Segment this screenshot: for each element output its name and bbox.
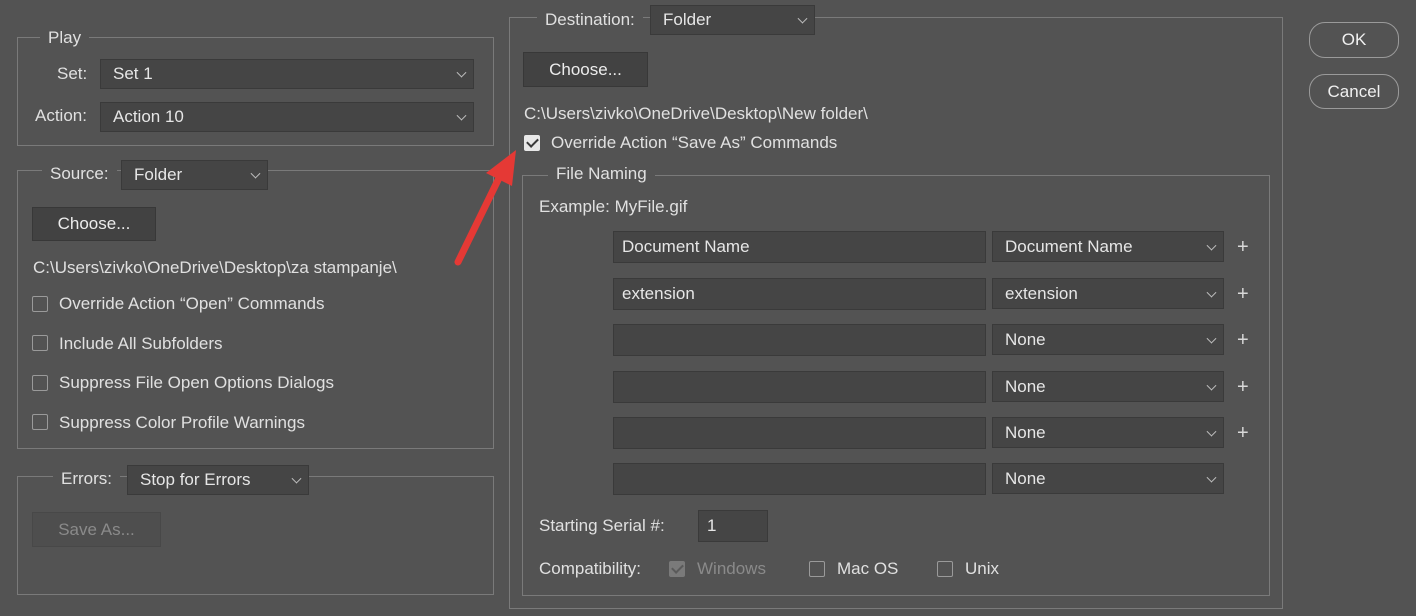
add-row-4-icon[interactable]: + [1237,377,1249,397]
override-open-label: Override Action “Open” Commands [59,294,325,313]
naming-select-5-value: None [1005,422,1046,442]
naming-select-4-value: None [1005,376,1046,396]
errors-select-value: Stop for Errors [140,470,251,489]
suppress-color-warnings-label: Suppress Color Profile Warnings [59,413,305,432]
naming-text-1[interactable]: Document Name [613,231,986,263]
naming-select-6[interactable]: None [992,463,1224,494]
add-row-5-icon[interactable]: + [1237,423,1249,443]
set-select-value: Set 1 [113,64,153,83]
naming-select-1[interactable]: Document Name [992,231,1224,262]
compat-windows-checkbox[interactable] [669,561,685,577]
override-open-checkbox[interactable] [32,296,48,312]
include-subfolders-checkbox[interactable] [32,335,48,351]
naming-select-2[interactable]: extension [992,278,1224,309]
suppress-open-options-label: Suppress File Open Options Dialogs [59,373,334,392]
cancel-button[interactable]: Cancel [1309,74,1399,109]
compat-unix-label: Unix [965,559,1000,578]
destination-label: Destination: [537,10,643,30]
naming-text-6[interactable] [613,463,986,495]
errors-label: Errors: [53,469,120,489]
chevron-down-icon [250,168,261,179]
chevron-down-icon [291,473,302,484]
destination-select[interactable]: Folder [650,5,815,35]
errors-select[interactable]: Stop for Errors [127,465,309,495]
file-naming-legend: File Naming [548,164,655,184]
chevron-down-icon [797,13,808,24]
naming-select-4[interactable]: None [992,371,1224,402]
source-select-value: Folder [134,165,183,184]
ok-button[interactable]: OK [1309,22,1399,58]
naming-text-4[interactable] [613,371,986,403]
naming-text-5[interactable] [613,417,986,449]
override-save-as-label: Override Action “Save As” Commands [551,133,838,152]
annotation-arrow [454,150,516,266]
compatibility-label: Compatibility: [539,559,642,578]
chevron-down-icon [1206,333,1217,344]
action-select-value: Action 10 [113,107,184,126]
play-legend: Play [40,28,90,48]
add-row-1-icon[interactable]: + [1237,237,1249,257]
serial-label: Starting Serial #: [539,516,665,535]
compat-macos-label: Mac OS [837,559,899,578]
source-choose-button[interactable]: Choose... [32,207,156,241]
compat-macos-checkbox[interactable] [809,561,825,577]
naming-select-6-value: None [1005,468,1046,488]
naming-select-3[interactable]: None [992,324,1224,355]
set-label: Set: [57,64,88,83]
file-naming-example: Example: MyFile.gif [539,197,688,216]
annotation-arrow-shaft [454,172,504,266]
include-subfolders-label: Include All Subfolders [59,334,223,353]
source-label: Source: [42,164,117,184]
naming-select-5[interactable]: None [992,417,1224,448]
destination-path: C:\Users\zivko\OneDrive\Desktop\New fold… [524,104,868,123]
destination-select-value: Folder [663,10,712,29]
chevron-down-icon [1206,287,1217,298]
naming-select-2-value: extension [1005,283,1078,303]
chevron-down-icon [1206,380,1217,391]
save-as-button[interactable]: Save As... [32,512,161,547]
naming-select-1-value: Document Name [1005,236,1133,256]
naming-select-3-value: None [1005,329,1046,349]
set-select[interactable]: Set 1 [100,59,474,89]
add-row-3-icon[interactable]: + [1237,330,1249,350]
serial-input[interactable]: 1 [698,510,768,542]
source-path: C:\Users\zivko\OneDrive\Desktop\za stamp… [33,258,397,277]
compat-windows-label: Windows [697,559,766,578]
suppress-open-options-checkbox[interactable] [32,375,48,391]
chevron-down-icon [1206,472,1217,483]
suppress-color-warnings-checkbox[interactable] [32,414,48,430]
add-row-2-icon[interactable]: + [1237,284,1249,304]
chevron-down-icon [456,67,467,78]
action-label: Action: [35,106,87,125]
action-select[interactable]: Action 10 [100,102,474,132]
compat-unix-checkbox[interactable] [937,561,953,577]
naming-text-3[interactable] [613,324,986,356]
chevron-down-icon [1206,240,1217,251]
naming-text-2[interactable]: extension [613,278,986,310]
source-select[interactable]: Folder [121,160,268,190]
chevron-down-icon [456,110,467,121]
destination-choose-button[interactable]: Choose... [523,52,648,87]
chevron-down-icon [1206,426,1217,437]
